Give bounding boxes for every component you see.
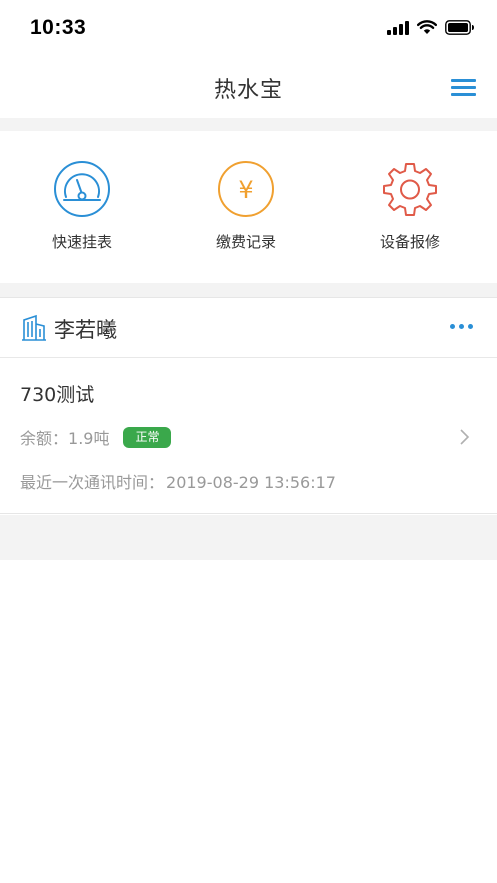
status-time: 10:33 bbox=[30, 16, 87, 39]
wifi-icon bbox=[417, 20, 437, 34]
meter-name: 730测试 bbox=[20, 384, 95, 406]
bottom-band bbox=[0, 515, 497, 560]
app-screen: 10:33 热水宝 快速挂表 ¥ 缴费记录 设备报修 李若曦 730测试 余额：… bbox=[0, 0, 497, 883]
last-communication: 最近一次通讯时间： 2019-08-29 13:56:17 bbox=[20, 469, 336, 493]
section-divider bbox=[0, 283, 497, 297]
battery-icon bbox=[445, 20, 474, 35]
status-bar: 10:33 bbox=[0, 0, 497, 60]
quick-mount-meter-button[interactable]: 快速挂表 bbox=[22, 159, 142, 252]
payment-records-button[interactable]: ¥ 缴费记录 bbox=[186, 159, 306, 252]
user-card: 李若曦 730测试 余额： 1.9吨 正常 最近一次通讯时间： 2019-08-2… bbox=[0, 297, 497, 514]
section-divider bbox=[0, 118, 497, 131]
device-repair-button[interactable]: 设备报修 bbox=[350, 159, 470, 252]
gear-icon bbox=[383, 163, 437, 216]
action-label: 快速挂表 bbox=[51, 233, 112, 251]
chevron-right-icon bbox=[460, 429, 470, 445]
signal-icon bbox=[387, 20, 409, 35]
hamburger-menu-icon[interactable] bbox=[451, 76, 477, 98]
last-comm-time: 2019-08-29 13:56:17 bbox=[166, 473, 336, 492]
nav-bar: 热水宝 bbox=[0, 60, 497, 118]
more-options-icon[interactable] bbox=[450, 324, 473, 329]
action-label: 缴费记录 bbox=[215, 233, 276, 251]
status-badge: 正常 bbox=[123, 426, 172, 448]
card-header: 李若曦 bbox=[0, 298, 497, 358]
svg-text:¥: ¥ bbox=[238, 176, 253, 204]
quick-actions: 快速挂表 ¥ 缴费记录 设备报修 bbox=[0, 131, 497, 283]
balance-value: 1.9吨 bbox=[68, 429, 110, 448]
balance-row: 余额： 1.9吨 正常 bbox=[20, 425, 172, 449]
gauge-icon bbox=[54, 161, 110, 217]
status-icons bbox=[387, 20, 475, 35]
page-title: 热水宝 bbox=[213, 78, 283, 103]
action-label: 设备报修 bbox=[379, 233, 440, 251]
balance-label: 余额： bbox=[20, 429, 69, 448]
building-icon bbox=[22, 314, 46, 341]
last-comm-label: 最近一次通讯时间： bbox=[20, 473, 165, 492]
user-name: 李若曦 bbox=[54, 318, 117, 342]
meter-list-item[interactable]: 730测试 余额： 1.9吨 正常 最近一次通讯时间： 2019-08-29 13… bbox=[0, 358, 497, 514]
yen-coin-icon: ¥ bbox=[218, 161, 274, 217]
